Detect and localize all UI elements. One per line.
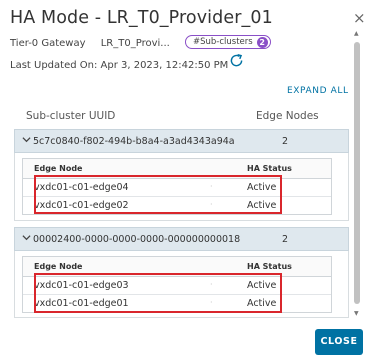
column-header-uuid: Sub-cluster UUID bbox=[26, 110, 116, 122]
column-header-edge-nodes: Edge Nodes bbox=[256, 110, 319, 122]
scrollbar-thumb[interactable] bbox=[354, 42, 360, 304]
gateway-label: Tier-0 Gateway bbox=[10, 38, 86, 49]
ha-status-header: HA Status bbox=[247, 262, 292, 271]
gateway-value: LR_T0_Provi... bbox=[100, 38, 170, 49]
subcluster-uuid: 00002400-0000-0000-0000-000000000018 bbox=[33, 234, 241, 245]
close-button[interactable]: CLOSE bbox=[315, 329, 363, 355]
row-dot: · bbox=[210, 298, 213, 307]
table-row: vxdc01-c01-edge03 · Active bbox=[23, 277, 331, 295]
table-row: vxdc01-c01-edge04 · Active bbox=[23, 179, 331, 197]
row-dot: · bbox=[210, 280, 213, 289]
chevron-down-icon bbox=[22, 137, 31, 143]
edge-node-name: vxdc01-c01-edge04 bbox=[34, 182, 129, 193]
edge-node-header: Edge Node bbox=[34, 262, 83, 271]
subclusters-pill: #Sub-clusters 2 bbox=[185, 35, 271, 49]
ha-status-header: HA Status bbox=[247, 164, 292, 173]
subclusters-count-badge: 2 bbox=[256, 36, 268, 48]
subcluster-group-header[interactable]: 00002400-0000-0000-0000-000000000018 2 bbox=[14, 227, 349, 251]
edge-node-table: Edge Node HA Status vxdc01-c01-edge04 · … bbox=[22, 158, 332, 215]
edge-node-table-header: Edge Node HA Status bbox=[23, 159, 331, 179]
row-dot: · bbox=[210, 200, 213, 209]
dialog-title: HA Mode - LR_T0_Provider_01 bbox=[10, 8, 273, 28]
subcluster-group-header[interactable]: 5c7c0840-f802-494b-b8a4-a3ad4343a94a 2 bbox=[14, 129, 349, 153]
chevron-down-icon bbox=[22, 235, 31, 241]
edge-node-count: 2 bbox=[282, 234, 289, 245]
edge-node-name: vxdc01-c01-edge01 bbox=[34, 298, 129, 309]
table-row: vxdc01-c01-edge02 · Active bbox=[23, 197, 331, 215]
gateway-row: Tier-0 Gateway LR_T0_Provi... bbox=[10, 38, 170, 49]
edge-node-table: Edge Node HA Status vxdc01-c01-edge03 · … bbox=[22, 256, 332, 313]
expand-all-link[interactable]: EXPAND ALL bbox=[287, 86, 349, 96]
subcluster-uuid: 5c7c0840-f802-494b-b8a4-a3ad4343a94a bbox=[33, 136, 235, 147]
scrollbar[interactable]: ▲ ▼ bbox=[353, 30, 361, 320]
row-dot: · bbox=[210, 182, 213, 191]
scroll-up-icon[interactable]: ▲ bbox=[354, 30, 359, 37]
close-icon[interactable]: × bbox=[353, 11, 366, 26]
edge-node-name: vxdc01-c01-edge03 bbox=[34, 280, 129, 291]
ha-status-value: Active bbox=[247, 200, 277, 211]
ha-status-value: Active bbox=[247, 280, 277, 291]
refresh-icon[interactable] bbox=[228, 52, 245, 69]
edge-node-count: 2 bbox=[282, 136, 289, 147]
subclusters-label: #Sub-clusters bbox=[193, 37, 253, 47]
table-row: vxdc01-c01-edge01 · Active bbox=[23, 295, 331, 313]
ha-status-value: Active bbox=[247, 182, 277, 193]
edge-node-header: Edge Node bbox=[34, 164, 83, 173]
edge-node-table-header: Edge Node HA Status bbox=[23, 257, 331, 277]
last-updated: Last Updated On: Apr 3, 2023, 12:42:50 P… bbox=[10, 60, 229, 71]
edge-node-name: vxdc01-c01-edge02 bbox=[34, 200, 129, 211]
ha-status-value: Active bbox=[247, 298, 277, 309]
scroll-down-icon[interactable]: ▼ bbox=[354, 310, 359, 317]
